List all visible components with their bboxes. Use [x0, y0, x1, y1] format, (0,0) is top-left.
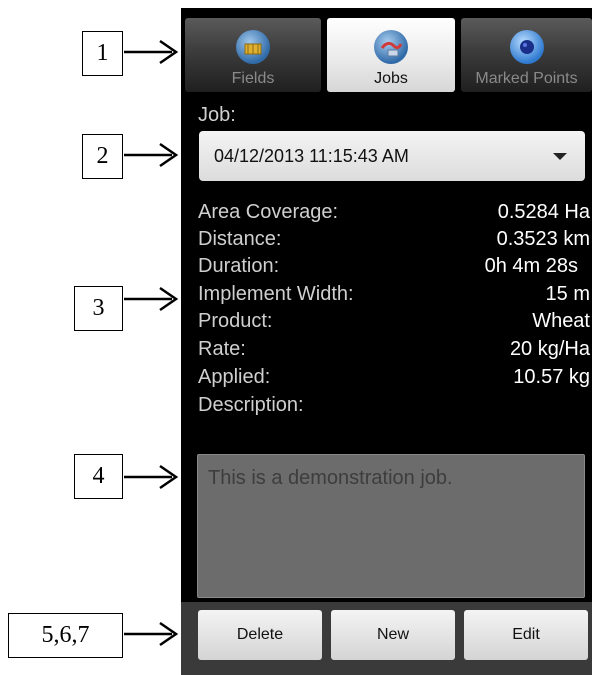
detail-value: 0h 4m 28s	[484, 255, 578, 277]
app-screen: Fields Jobs Marked Points Job: 04/12/201…	[181, 8, 592, 675]
tab-marked-points-label: Marked Points	[475, 70, 578, 87]
callout-arrow-2	[124, 142, 179, 168]
description-label: Description:	[198, 394, 304, 416]
callout-1: 1	[82, 31, 123, 76]
callout-4: 4	[74, 454, 123, 499]
detail-label: Duration:	[198, 255, 280, 277]
tab-bar: Fields Jobs Marked Points	[181, 8, 592, 94]
callout-2: 2	[82, 134, 123, 179]
detail-value: 20 kg/Ha	[509, 338, 590, 360]
tab-marked-points[interactable]: Marked Points	[461, 18, 592, 92]
marked-points-icon	[509, 30, 544, 64]
callout-arrow-3	[124, 286, 179, 312]
detail-label: Product:	[198, 310, 273, 332]
jobs-icon	[374, 30, 408, 64]
detail-value: 0.3523 km	[496, 228, 590, 250]
callout-arrow-5-6-7	[124, 621, 179, 647]
tab-jobs[interactable]: Jobs	[327, 18, 455, 92]
delete-button[interactable]: Delete	[198, 610, 322, 660]
chevron-down-icon	[553, 153, 567, 160]
detail-value: Wheat	[532, 310, 590, 332]
tab-fields[interactable]: Fields	[185, 18, 321, 92]
delete-button-label: Delete	[236, 626, 284, 643]
edit-button[interactable]: Edit	[464, 610, 588, 660]
button-bar: Delete New Edit	[181, 602, 592, 675]
job-label: Job:	[198, 104, 236, 126]
detail-label: Distance:	[198, 228, 282, 250]
edit-button-label: Edit	[512, 626, 540, 643]
new-button[interactable]: New	[331, 610, 455, 660]
detail-label: Implement Width:	[198, 283, 354, 305]
tab-jobs-label: Jobs	[374, 70, 408, 87]
tab-fields-label: Fields	[231, 70, 275, 87]
description-text: This is a demonstration job.	[208, 467, 453, 489]
description-field[interactable]: This is a demonstration job.	[197, 454, 585, 598]
detail-label: Area Coverage:	[198, 201, 339, 223]
callout-5-6-7: 5,6,7	[8, 613, 123, 658]
fields-icon	[236, 30, 270, 64]
detail-label: Applied:	[198, 366, 271, 388]
job-dropdown-value: 04/12/2013 11:15:43 AM	[214, 145, 409, 166]
detail-label: Rate:	[198, 338, 246, 360]
callout-arrow-4	[124, 464, 179, 490]
detail-value: 10.57 kg	[513, 366, 590, 388]
callout-arrow-1	[124, 39, 179, 65]
new-button-label: New	[376, 626, 409, 643]
detail-value: 15 m	[545, 283, 590, 305]
job-dropdown[interactable]: 04/12/2013 11:15:43 AM	[199, 131, 585, 181]
callout-3: 3	[74, 286, 123, 331]
detail-value: 0.5284 Ha	[497, 201, 590, 223]
